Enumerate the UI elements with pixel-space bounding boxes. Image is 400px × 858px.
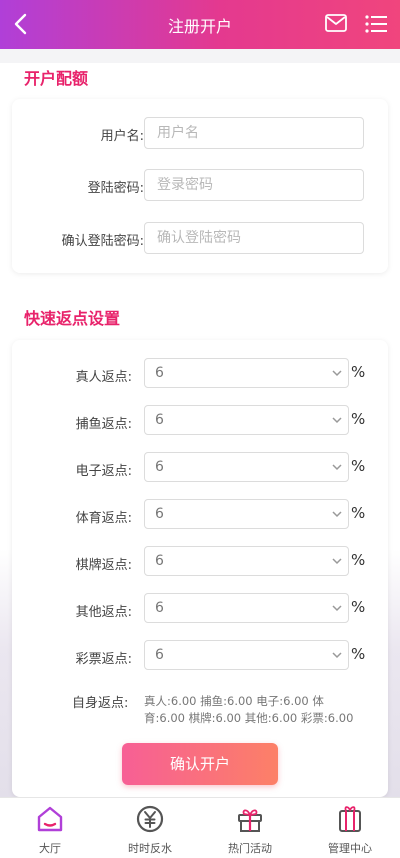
rebate-section-title: 快速返点设置: [24, 309, 121, 328]
rebate-label: 体育返点:: [75, 511, 132, 526]
gift-box-icon: [339, 806, 361, 832]
rebate-row-electronic: 电子返点: 6 %: [12, 452, 388, 482]
percent-unit: %: [351, 551, 366, 569]
rebate-select-fishing[interactable]: 6: [144, 405, 349, 435]
tab-label: 大厅: [39, 842, 61, 855]
tab-label: 管理中心: [328, 842, 372, 855]
rebate-select-value: 6: [155, 365, 164, 381]
percent-unit: %: [351, 598, 366, 616]
percent-unit: %: [351, 645, 366, 663]
chevron-down-icon: [332, 605, 342, 612]
rebate-settings-card: 真人返点: 6 % 捕鱼返点: 6 % 电子返点: 6 % 体育返点: 6 % …: [12, 340, 388, 797]
percent-unit: %: [351, 457, 366, 475]
rebate-row-chess: 棋牌返点: 6 %: [12, 546, 388, 576]
chevron-down-icon: [332, 511, 342, 518]
rebate-select-value: 6: [155, 647, 164, 663]
page-content: 开户配额 用户名: 登陆密码: 确认登陆密码: 快速返点设置 真人返点: 6 %…: [0, 49, 400, 797]
self-rebate-values: 真人:6.00 捕鱼:6.00 电子:6.00 体育:6.00 棋牌:6.00 …: [144, 694, 354, 725]
chevron-down-icon: [332, 652, 342, 659]
rebate-select-value: 6: [155, 412, 164, 428]
quota-section-title: 开户配额: [24, 69, 89, 88]
tab-lobby[interactable]: 大厅: [0, 804, 100, 856]
rebate-row-lottery: 彩票返点: 6 %: [12, 640, 388, 670]
rebate-row-other: 其他返点: 6 %: [12, 593, 388, 623]
percent-unit: %: [351, 363, 366, 381]
rebate-label: 捕鱼返点:: [75, 417, 132, 432]
chevron-down-icon: [332, 558, 342, 565]
password-input[interactable]: [144, 169, 364, 201]
bottom-tab-bar: 大厅 时时反水 热门活动 管理中心: [0, 797, 400, 858]
password-row: 登陆密码:: [12, 169, 388, 201]
rebate-select-sports[interactable]: 6: [144, 499, 349, 529]
gift-icon: [238, 809, 262, 832]
tab-label: 热门活动: [228, 842, 272, 855]
confirm-register-button[interactable]: 确认开户: [122, 743, 278, 785]
rebate-row-live: 真人返点: 6 %: [12, 358, 388, 388]
rebate-select-chess[interactable]: 6: [144, 546, 349, 576]
tab-label: 时时反水: [128, 842, 172, 855]
rebate-label: 电子返点:: [75, 464, 132, 479]
rebate-select-value: 6: [155, 553, 164, 569]
account-form-card: 用户名: 登陆密码: 确认登陆密码:: [12, 99, 388, 273]
rebate-row-sports: 体育返点: 6 %: [12, 499, 388, 529]
rebate-select-other[interactable]: 6: [144, 593, 349, 623]
rebate-select-live[interactable]: 6: [144, 358, 349, 388]
tab-rebate[interactable]: 时时反水: [100, 804, 200, 856]
self-rebate-label: 自身返点:: [72, 696, 129, 711]
password-label: 登陆密码:: [87, 181, 144, 196]
rebate-label: 其他返点:: [75, 605, 132, 620]
confirm-password-row: 确认登陆密码:: [12, 222, 388, 254]
chevron-down-icon: [332, 370, 342, 377]
rebate-select-value: 6: [155, 600, 164, 616]
username-row: 用户名:: [12, 117, 388, 149]
menu-icon[interactable]: [364, 14, 388, 34]
rebate-label: 彩票返点:: [75, 652, 132, 667]
chevron-down-icon: [332, 464, 342, 471]
rebate-select-lottery[interactable]: 6: [144, 640, 349, 670]
top-bar: 注册开户: [0, 0, 400, 49]
rebate-select-value: 6: [155, 459, 164, 475]
tab-management[interactable]: 管理中心: [300, 804, 400, 856]
chevron-down-icon: [332, 417, 342, 424]
tab-promotions[interactable]: 热门活动: [200, 804, 300, 856]
confirm-password-input[interactable]: [144, 222, 364, 254]
percent-unit: %: [351, 410, 366, 428]
rebate-select-value: 6: [155, 506, 164, 522]
username-label: 用户名:: [100, 129, 144, 144]
home-icon: [37, 806, 63, 832]
mail-icon[interactable]: [325, 14, 347, 32]
rebate-select-electronic[interactable]: 6: [144, 452, 349, 482]
rebate-label: 棋牌返点:: [75, 558, 132, 573]
yen-coin-icon: [136, 805, 164, 833]
rebate-row-fishing: 捕鱼返点: 6 %: [12, 405, 388, 435]
username-input[interactable]: [144, 117, 364, 149]
percent-unit: %: [351, 504, 366, 522]
confirm-password-label: 确认登陆密码:: [61, 234, 144, 249]
rebate-label: 真人返点:: [75, 370, 132, 385]
